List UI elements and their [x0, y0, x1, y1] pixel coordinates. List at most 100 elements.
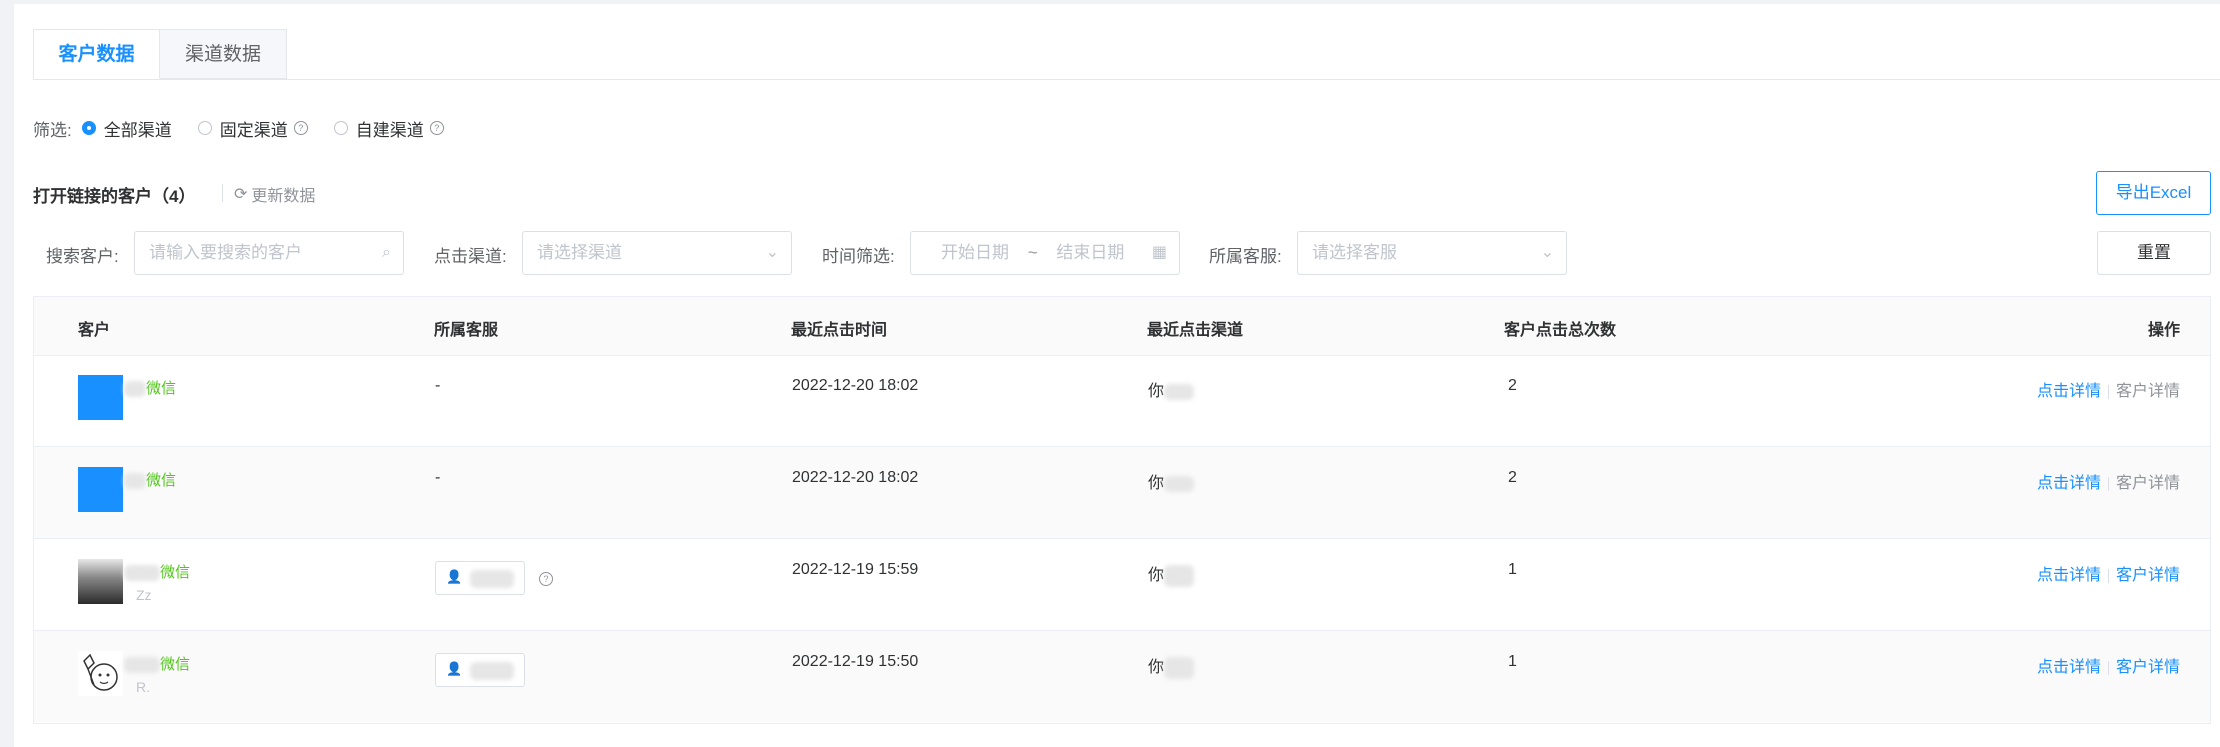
header-last-click-channel: 最近点击渠道 [1147, 322, 1244, 339]
radio-fixed-channels[interactable]: 固定渠道 ? [197, 116, 308, 141]
customer-search-label: 搜索客户: [46, 247, 119, 266]
customer-name[interactable]: 微信 [124, 561, 190, 582]
wechat-source: 微信 [160, 564, 191, 581]
tab-channel-data[interactable]: 渠道数据 [160, 29, 287, 79]
row-actions: 点击详情 客户详情 [2037, 653, 2180, 677]
help-icon[interactable]: ? [293, 121, 308, 135]
chevron-down-icon: ⌄ [1540, 244, 1554, 261]
help-icon[interactable]: ? [429, 121, 444, 135]
table-row: 微信 - 2022-12-20 18:02 你 2 点击详情 客户详情 [34, 355, 2210, 447]
avatar [78, 467, 123, 512]
row-actions: 点击详情 客户详情 [2037, 377, 2180, 401]
avatar [78, 375, 123, 420]
click-count: 2 [1508, 377, 1517, 394]
channel-name: 你 [1148, 475, 1165, 492]
radio-checked-icon [81, 121, 96, 135]
date-range-picker[interactable]: 开始日期 ~ 结束日期 ▦ [910, 231, 1180, 275]
action-separator [2107, 660, 2109, 675]
user-icon: 👤 [446, 661, 463, 676]
click-count: 1 [1508, 653, 1517, 670]
radio-label: 全部渠道 [103, 120, 172, 140]
filter-label: 筛选: [33, 120, 72, 140]
refresh-button[interactable]: ⟳ 更新数据 [234, 182, 315, 206]
end-date-placeholder[interactable]: 结束日期 [1056, 243, 1124, 262]
row-actions: 点击详情 客户详情 [2037, 469, 2180, 493]
table-row: 微信 Zz 👤 ? 2022-12-19 15:59 你 1 点击详情 客户详情 [34, 539, 2210, 631]
last-click-channel: 你 [1148, 561, 1195, 587]
agent-tag[interactable]: 👤 [435, 561, 525, 595]
help-icon[interactable]: ? [539, 572, 553, 586]
last-click-time: 2022-12-19 15:59 [792, 561, 919, 578]
last-click-time: 2022-12-19 15:50 [792, 653, 919, 670]
click-detail-link[interactable]: 点击详情 [2037, 383, 2101, 400]
agent-cell: - [435, 377, 441, 394]
customer-table: 客户 所属客服 最近点击时间 最近点击渠道 客户点击总次数 操作 微信 - 20… [33, 296, 2211, 724]
channel-name: 你 [1148, 659, 1165, 676]
header-last-click-time: 最近点击时间 [791, 322, 888, 339]
agent-select[interactable]: 请选择客服 ⌄ [1297, 231, 1567, 275]
action-separator [2107, 568, 2109, 583]
wechat-source: 微信 [146, 472, 177, 489]
header-actions: 操作 [2147, 322, 2180, 339]
customer-detail-link[interactable]: 客户详情 [2116, 567, 2180, 584]
customer-search-input[interactable]: 请输入要搜索的客户 ⌕ [134, 231, 404, 275]
reset-button[interactable]: 重置 [2097, 231, 2211, 275]
tab-customer-data[interactable]: 客户数据 [33, 29, 160, 79]
click-detail-link[interactable]: 点击详情 [2037, 475, 2101, 492]
customer-search-placeholder: 请输入要搜索的客户 [149, 243, 302, 262]
section-title: 打开链接的客户（4） [33, 187, 196, 206]
avatar [78, 651, 123, 696]
header-customer: 客户 [78, 322, 111, 339]
customer-name[interactable]: 微信 [124, 377, 176, 398]
last-click-time: 2022-12-20 18:02 [792, 377, 919, 394]
header-agent: 所属客服 [434, 322, 499, 339]
click-detail-link[interactable]: 点击详情 [2037, 567, 2101, 584]
search-icon[interactable]: ⌕ [382, 232, 391, 274]
row-actions: 点击详情 客户详情 [2037, 561, 2180, 585]
customer-name[interactable]: 微信 [124, 469, 176, 490]
agent-tag[interactable]: 👤 [435, 653, 525, 687]
action-separator [2107, 384, 2109, 399]
radio-label: 自建渠道 [355, 120, 424, 140]
chevron-down-icon: ⌄ [765, 244, 779, 261]
agent-select-label: 所属客服: [1209, 247, 1282, 266]
table-row: 微信 - 2022-12-20 18:02 你 2 点击详情 客户详情 [34, 447, 2210, 539]
customer-subname: R. [136, 679, 150, 695]
action-separator [2107, 476, 2109, 491]
time-filter-label: 时间筛选: [822, 247, 895, 266]
channel-select[interactable]: 请选择渠道 ⌄ [522, 231, 792, 275]
click-detail-link[interactable]: 点击详情 [2037, 659, 2101, 676]
radio-custom-channels[interactable]: 自建渠道 ? [333, 116, 444, 141]
channel-select-label: 点击渠道: [434, 247, 507, 266]
radio-all-channels[interactable]: 全部渠道 [81, 116, 172, 141]
table-row: 微信 R. 👤 2022-12-19 15:50 你 1 点击详情 客户详情 [34, 631, 2210, 722]
channel-name: 你 [1148, 567, 1165, 584]
customer-detail-link[interactable]: 客户详情 [2116, 659, 2180, 676]
sketch-face-icon [83, 653, 118, 691]
user-icon: 👤 [446, 569, 463, 584]
customer-subname: Zz [136, 587, 152, 603]
last-click-channel: 你 [1148, 653, 1195, 679]
channel-filter: 筛选: 全部渠道 固定渠道 ? 自建渠道 ? [33, 116, 470, 140]
customer-detail-link[interactable]: 客户详情 [2116, 475, 2180, 492]
agent-cell: - [435, 469, 441, 486]
header-click-count: 客户点击总次数 [1504, 322, 1617, 339]
customer-name[interactable]: 微信 [124, 653, 190, 674]
start-date-placeholder[interactable]: 开始日期 [941, 243, 1009, 262]
channel-name: 你 [1148, 383, 1165, 400]
tab-bar: 客户数据 渠道数据 [33, 29, 2220, 80]
range-separator: ~ [1027, 243, 1038, 262]
click-count: 1 [1508, 561, 1517, 578]
calendar-icon: ▦ [1151, 244, 1167, 261]
click-count: 2 [1508, 469, 1517, 486]
refresh-icon: ⟳ [234, 186, 248, 203]
wechat-source: 微信 [146, 380, 177, 397]
last-click-channel: 你 [1148, 469, 1195, 493]
export-excel-button[interactable]: 导出Excel [2096, 171, 2211, 215]
last-click-time: 2022-12-20 18:02 [792, 469, 919, 486]
radio-unchecked-icon [197, 121, 212, 135]
refresh-label: 更新数据 [251, 188, 316, 205]
radio-label: 固定渠道 [219, 120, 288, 140]
customer-detail-link[interactable]: 客户详情 [2116, 383, 2180, 400]
radio-unchecked-icon [333, 121, 348, 135]
